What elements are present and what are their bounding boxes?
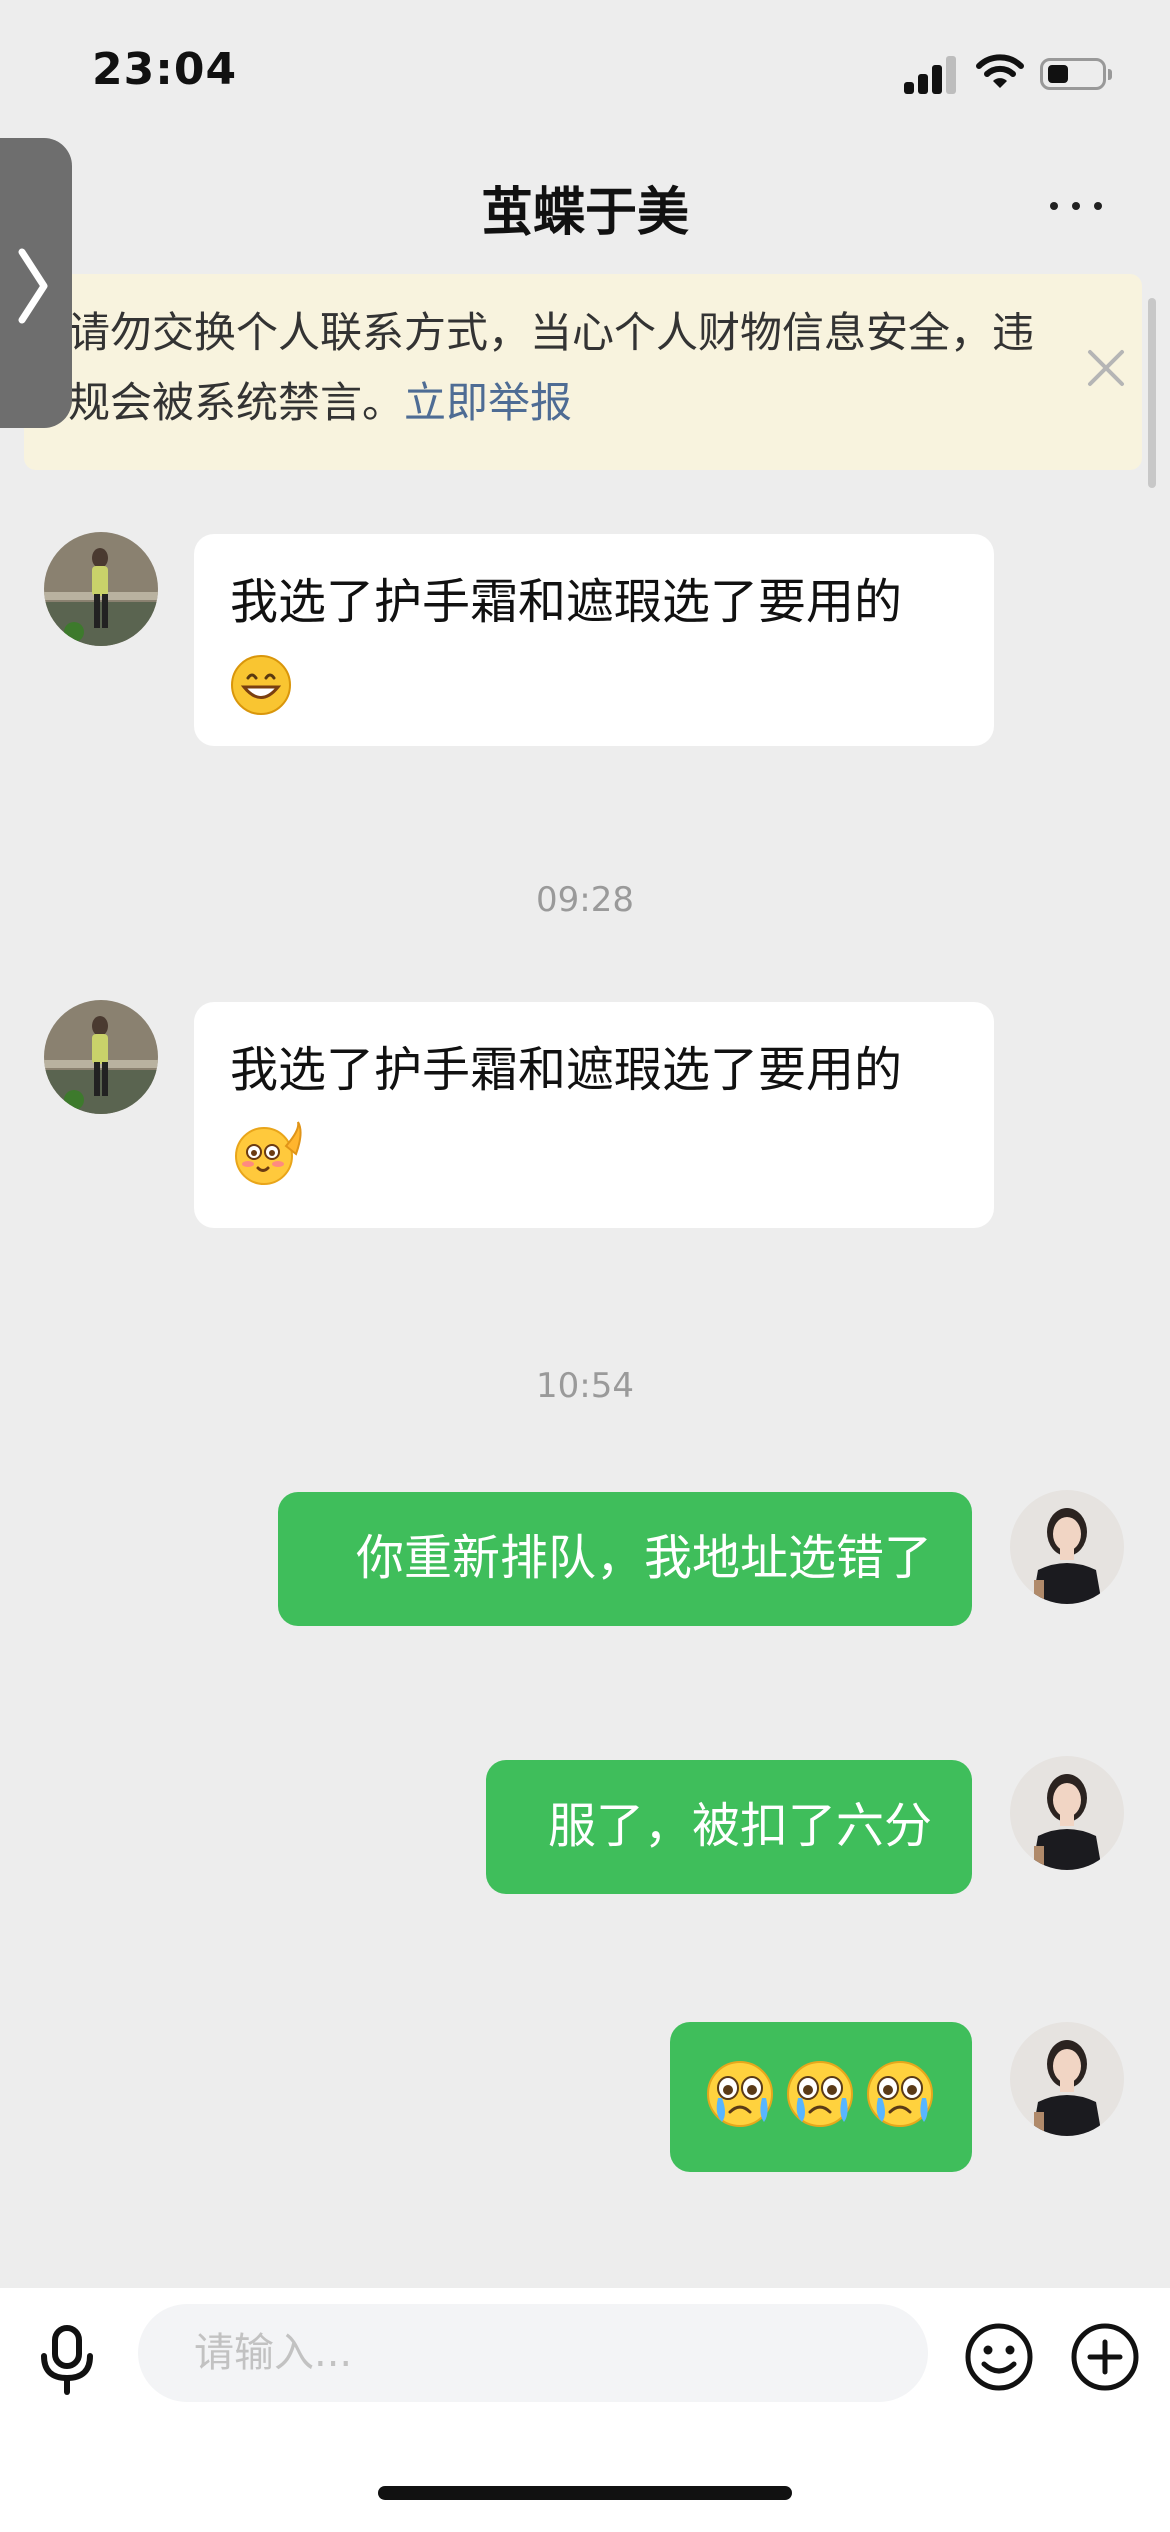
- report-link[interactable]: 立即举报: [404, 378, 572, 427]
- timestamp: 10:54: [536, 1366, 634, 1406]
- status-time: 23:04: [92, 44, 238, 95]
- message-input[interactable]: [138, 2304, 928, 2402]
- microphone-icon[interactable]: [38, 2324, 96, 2396]
- grinning-face-emoji: [231, 655, 291, 715]
- wifi-icon: [976, 54, 1024, 88]
- message-text: 我选了护手霜和遮瑕选了要用的: [230, 574, 903, 630]
- message-bubble[interactable]: [670, 2022, 972, 2172]
- avatar[interactable]: [1010, 1490, 1124, 1604]
- close-icon[interactable]: [1084, 346, 1128, 390]
- nav-bar: 茧蝶于美: [0, 140, 1170, 270]
- avatar[interactable]: [1010, 2022, 1124, 2136]
- message-bubble[interactable]: 你重新排队，我地址选错了: [278, 1492, 972, 1626]
- status-bar: 23:04: [0, 0, 1170, 140]
- message-text: 你重新排队，我地址选错了: [355, 1530, 932, 1586]
- home-indicator[interactable]: [378, 2486, 792, 2500]
- chat-screen: 23:04 茧蝶于美 请勿交换个人联系方式，当心个人财物信息安全，违规会被系统禁…: [0, 0, 1170, 2532]
- timestamp: 09:28: [536, 880, 634, 920]
- more-dots-icon[interactable]: [1050, 194, 1106, 216]
- message-text: 我选了护手霜和遮瑕选了要用的: [230, 1042, 903, 1098]
- chevron-right-icon: [18, 248, 48, 324]
- safety-notice: 请勿交换个人联系方式，当心个人财物信息安全，违规会被系统禁言。立即举报: [24, 274, 1142, 470]
- message-bubble[interactable]: 我选了护手霜和遮瑕选了要用的: [194, 1002, 994, 1228]
- message-bubble[interactable]: 我选了护手霜和遮瑕选了要用的: [194, 534, 994, 746]
- waving-smile-face-emoji: [235, 1121, 302, 1185]
- plus-circle-icon[interactable]: [1070, 2322, 1140, 2392]
- message-bubble[interactable]: 服了，被扣了六分: [486, 1760, 972, 1894]
- battery-icon: [1040, 58, 1112, 90]
- scrollbar[interactable]: [1148, 298, 1156, 488]
- smiley-icon[interactable]: [964, 2322, 1034, 2392]
- avatar[interactable]: [44, 1000, 158, 1114]
- side-drawer-handle[interactable]: [0, 138, 72, 428]
- avatar[interactable]: [44, 532, 158, 646]
- crying-face-emoji: [707, 2060, 934, 2128]
- message-text: 服了，被扣了六分: [547, 1798, 932, 1854]
- chat-title: 茧蝶于美: [480, 183, 689, 243]
- avatar[interactable]: [1010, 1756, 1124, 1870]
- cellular-signal-icon: [904, 56, 956, 94]
